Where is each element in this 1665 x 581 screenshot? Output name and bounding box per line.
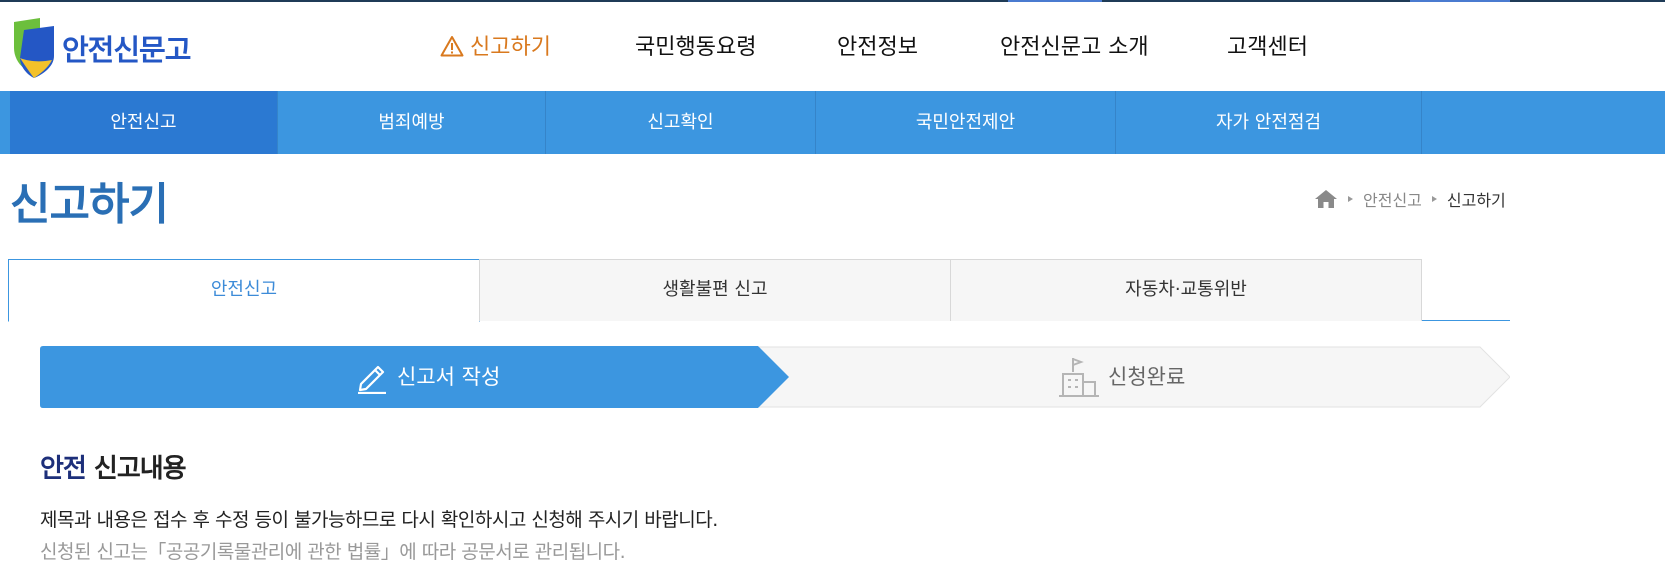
shield-logo-icon <box>14 18 54 78</box>
breadcrumb-item[interactable]: 안전신고 <box>1363 187 1422 211</box>
nav-item-action-guide[interactable]: 국민행동요령 <box>635 26 756 70</box>
step-label: 신청완료 <box>1108 365 1186 389</box>
building-flag-icon <box>1059 358 1099 397</box>
steps-background <box>40 346 1510 408</box>
subnav-item-safety-proposal[interactable]: 국민안전제안 <box>816 91 1116 154</box>
site-logo[interactable]: 안전신문고 <box>10 16 191 80</box>
tab-traffic-violation[interactable]: 자동차·교통위반 <box>950 259 1422 321</box>
logo-text: 안전신문고 <box>62 33 191 67</box>
section-title: 안전 신고내용 <box>40 448 187 485</box>
subnav-item-report-check[interactable]: 신고확인 <box>546 91 816 154</box>
tab-living-inconvenience[interactable]: 생활불편 신고 <box>479 259 951 321</box>
site-header: 안전신문고 신고하기 국민행동요령 안전정보 안전신문고 소개 고객센터 <box>0 2 1665 91</box>
home-icon[interactable] <box>1314 189 1338 209</box>
sub-nav: 안전신고 범죄예방 신고확인 국민안전제안 자가 안전점검 <box>0 91 1665 154</box>
nav-item-about[interactable]: 안전신문고 소개 <box>1000 26 1149 70</box>
section-title-accent: 안전 <box>40 454 87 484</box>
pencil-icon <box>358 365 386 394</box>
progress-steps: 신고서 작성 신청완료 <box>40 346 1510 408</box>
section-title-text: 신고내용 <box>85 454 187 484</box>
page-title: 신고하기 <box>10 179 169 230</box>
step-write-report: 신고서 작성 <box>355 346 500 408</box>
subnav-item-safety-report[interactable]: 안전신고 <box>10 91 278 154</box>
nav-item-safety-info[interactable]: 안전정보 <box>837 26 918 70</box>
step-complete: 신청완료 <box>1058 346 1185 408</box>
nav-item-label: 신고하기 <box>470 35 551 60</box>
notice-sub: 신청된 신고는「공공기록물관리에 관한 법률」에 따라 공문서로 관리됩니다. <box>40 541 626 563</box>
tab-safety-report[interactable]: 안전신고 <box>8 259 480 322</box>
breadcrumb-current: 신고하기 <box>1446 191 1506 210</box>
subnav-item-self-check[interactable]: 자가 안전점검 <box>1116 91 1422 154</box>
nav-item-report[interactable]: 신고하기 <box>440 26 551 70</box>
breadcrumb-separator <box>1431 196 1437 202</box>
subnav-item-crime-prevention[interactable]: 범죄예방 <box>278 91 546 154</box>
report-type-tabs: 안전신고 생활불편 신고 자동차·교통위반 <box>8 259 1510 322</box>
breadcrumb: 안전신고 신고하기 <box>1314 188 1506 210</box>
nav-item-customer-center[interactable]: 고객센터 <box>1227 26 1308 70</box>
step-label: 신고서 작성 <box>397 365 501 389</box>
warning-icon <box>440 36 464 57</box>
notice-main: 제목과 내용은 접수 후 수정 등이 불가능하므로 다시 확인하시고 신청해 주… <box>40 509 718 531</box>
breadcrumb-separator <box>1348 196 1353 202</box>
